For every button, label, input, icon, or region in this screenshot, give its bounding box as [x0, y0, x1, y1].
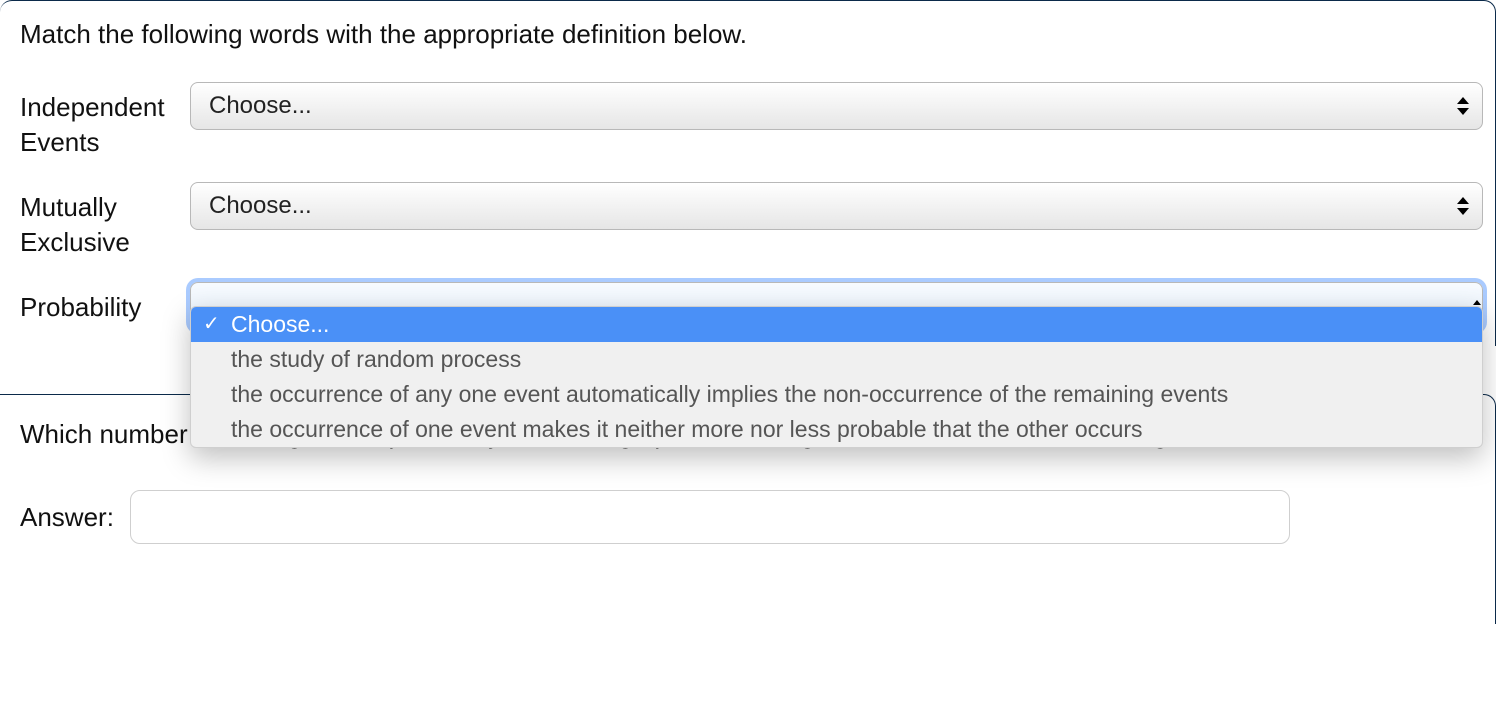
option-neither-more-nor-less[interactable]: the occurrence of one event makes it nei…: [191, 412, 1482, 447]
match-row-mutually-exclusive: Mutually Exclusive Choose...: [20, 182, 1483, 260]
match-row-probability: Probability Choose... Choose... the stud…: [20, 282, 1483, 330]
answer-input[interactable]: [130, 490, 1290, 544]
option-random-process[interactable]: the study of random process: [191, 342, 1482, 377]
answer-row: Answer:: [20, 490, 1475, 544]
term-independent-events: Independent Events: [20, 82, 190, 160]
answer-label: Answer:: [20, 502, 114, 533]
stepper-arrows-icon: [1454, 89, 1472, 123]
option-choose[interactable]: Choose...: [191, 307, 1482, 342]
select-independent-events[interactable]: Choose...: [190, 82, 1483, 130]
select-value: Choose...: [209, 192, 312, 220]
select-value: Choose...: [209, 92, 312, 120]
match-row-independent-events: Independent Events Choose...: [20, 82, 1483, 160]
term-probability: Probability: [20, 282, 190, 325]
option-non-occurrence[interactable]: the occurrence of any one event automati…: [191, 377, 1482, 412]
question-panel-1: Match the following words with the appro…: [0, 0, 1496, 346]
term-mutually-exclusive: Mutually Exclusive: [20, 182, 190, 260]
dropdown-probability: Choose... the study of random process th…: [190, 306, 1483, 448]
stepper-arrows-icon: [1454, 189, 1472, 223]
question-1-prompt: Match the following words with the appro…: [20, 19, 1483, 50]
select-mutually-exclusive[interactable]: Choose...: [190, 182, 1483, 230]
